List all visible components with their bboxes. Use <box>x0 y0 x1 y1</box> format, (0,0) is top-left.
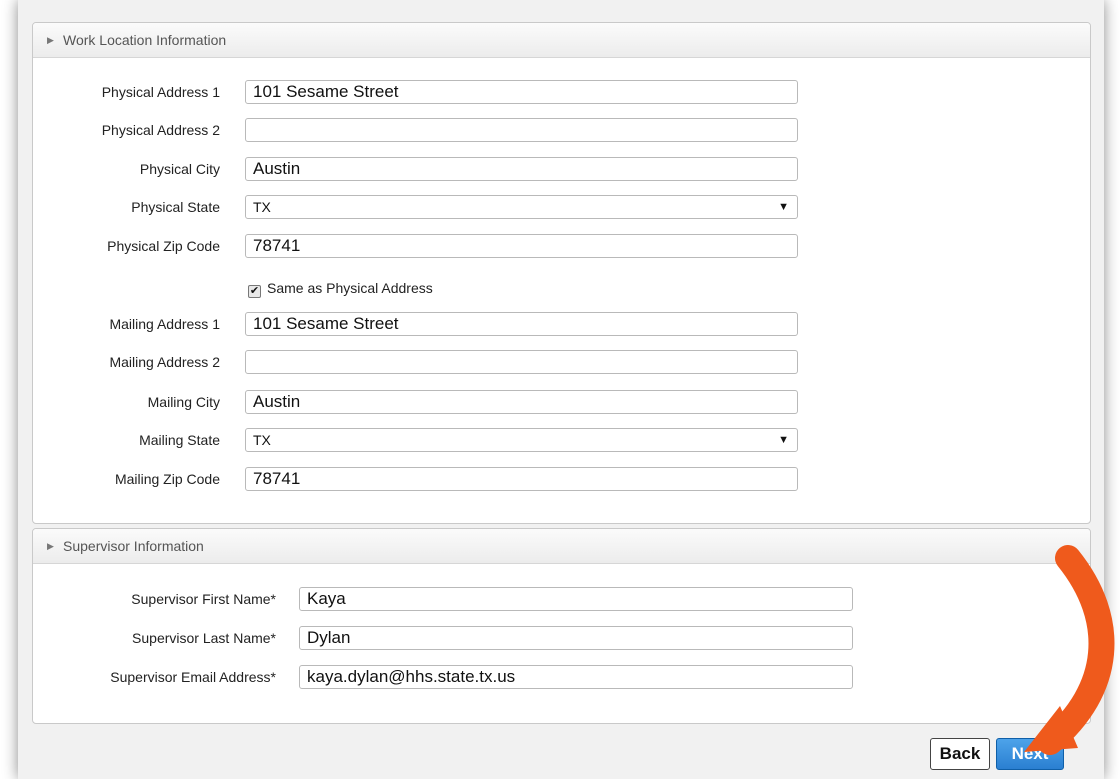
mailing-state-value: TX <box>253 432 271 448</box>
supervisor-first-name-input[interactable]: Kaya <box>299 587 853 611</box>
physical-city-label: Physical City <box>139 161 220 177</box>
form-window: ▶ Work Location Information Physical Add… <box>18 0 1104 779</box>
same-as-physical-checkbox[interactable]: ✔ <box>248 285 261 298</box>
mailing-address-1-input[interactable]: 101 Sesame Street <box>245 312 798 336</box>
supervisor-first-name-label: Supervisor First Name* <box>131 591 276 607</box>
physical-state-label: Physical State <box>131 199 220 215</box>
supervisor-last-name-input[interactable]: Dylan <box>299 626 853 650</box>
mailing-zip-row: Mailing Zip Code 78741 <box>18 467 1104 491</box>
physical-address-1-row: Physical Address 1 101 Sesame Street <box>18 80 1104 104</box>
mailing-city-label: Mailing City <box>147 394 220 410</box>
supervisor-title: Supervisor Information <box>63 538 204 554</box>
physical-address-1-input[interactable]: 101 Sesame Street <box>245 80 798 104</box>
supervisor-header[interactable]: ▶ Supervisor Information <box>33 529 1090 564</box>
mailing-address-2-input[interactable] <box>245 350 798 374</box>
mailing-address-1-row: Mailing Address 1 101 Sesame Street <box>18 312 1104 336</box>
next-button[interactable]: Next <box>996 738 1064 770</box>
physical-address-2-label: Physical Address 2 <box>101 122 220 138</box>
mailing-city-row: Mailing City Austin <box>18 390 1104 414</box>
mailing-state-select[interactable]: TX ▼ <box>245 428 798 452</box>
same-as-physical-label: Same as Physical Address <box>267 280 433 296</box>
mailing-state-label: Mailing State <box>139 432 220 448</box>
physical-zip-input[interactable]: 78741 <box>245 234 798 258</box>
physical-address-2-row: Physical Address 2 <box>18 118 1104 142</box>
mailing-zip-input[interactable]: 78741 <box>245 467 798 491</box>
mailing-address-2-label: Mailing Address 2 <box>109 354 220 370</box>
physical-zip-row: Physical Zip Code 78741 <box>18 234 1104 258</box>
work-location-header[interactable]: ▶ Work Location Information <box>33 23 1090 58</box>
physical-state-select[interactable]: TX ▼ <box>245 195 798 219</box>
supervisor-last-name-row: Supervisor Last Name* Dylan <box>18 626 1104 650</box>
triangle-right-icon: ▶ <box>47 35 54 45</box>
supervisor-email-label: Supervisor Email Address* <box>110 669 276 685</box>
mailing-zip-label: Mailing Zip Code <box>114 471 220 487</box>
checkmark-icon: ✔ <box>249 285 260 297</box>
mailing-city-input[interactable]: Austin <box>245 390 798 414</box>
physical-state-value: TX <box>253 199 271 215</box>
mailing-address-2-row: Mailing Address 2 <box>18 350 1104 374</box>
triangle-right-icon: ▶ <box>47 541 54 551</box>
work-location-title: Work Location Information <box>63 32 227 48</box>
physical-zip-label: Physical Zip Code <box>107 238 220 254</box>
back-button[interactable]: Back <box>930 738 990 770</box>
physical-city-input[interactable]: Austin <box>245 157 798 181</box>
physical-city-row: Physical City Austin <box>18 157 1104 181</box>
supervisor-email-row: Supervisor Email Address* kaya.dylan@hhs… <box>18 665 1104 689</box>
chevron-down-icon: ▼ <box>778 434 789 446</box>
physical-state-row: Physical State TX ▼ <box>18 195 1104 219</box>
supervisor-email-input[interactable]: kaya.dylan@hhs.state.tx.us <box>299 665 853 689</box>
supervisor-last-name-label: Supervisor Last Name* <box>132 630 276 646</box>
supervisor-first-name-row: Supervisor First Name* Kaya <box>18 587 1104 611</box>
physical-address-2-input[interactable] <box>245 118 798 142</box>
same-as-physical-row[interactable]: ✔ Same as Physical Address <box>248 278 433 298</box>
mailing-address-1-label: Mailing Address 1 <box>109 316 220 332</box>
chevron-down-icon: ▼ <box>778 201 789 213</box>
physical-address-1-label: Physical Address 1 <box>101 84 220 100</box>
mailing-state-row: Mailing State TX ▼ <box>18 428 1104 452</box>
